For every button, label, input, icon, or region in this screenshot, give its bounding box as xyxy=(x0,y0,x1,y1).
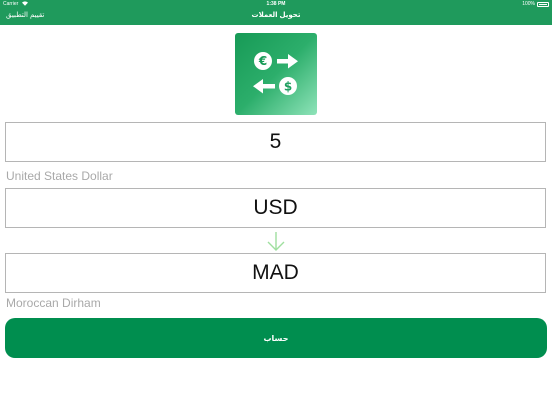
from-currency-name: United States Dollar xyxy=(6,169,113,183)
app-logo: € $ xyxy=(235,33,317,115)
svg-text:€: € xyxy=(258,54,267,68)
to-currency-field[interactable]: MAD xyxy=(5,253,546,293)
battery-icon xyxy=(537,1,549,7)
status-bar: Carrier 1:38 PM 100% xyxy=(0,0,552,8)
battery-percent: 100% xyxy=(522,1,535,7)
from-currency-field[interactable]: USD xyxy=(5,188,546,228)
to-currency-name: Moroccan Dirham xyxy=(6,296,101,310)
page-title: تحويل العملات xyxy=(251,12,301,19)
currency-exchange-icon: € $ xyxy=(253,52,298,95)
amount-input[interactable]: 5 xyxy=(5,122,546,162)
calculate-label: حساب xyxy=(263,333,289,343)
arrow-down-icon xyxy=(267,232,285,251)
svg-text:$: $ xyxy=(284,80,292,94)
battery-status: 100% xyxy=(522,0,549,8)
status-time: 1:38 PM xyxy=(266,1,286,7)
calculate-button[interactable]: حساب xyxy=(5,318,547,358)
navigation-bar: Carrier 1:38 PM 100% تقييم التطبيق تحويل… xyxy=(0,0,552,25)
